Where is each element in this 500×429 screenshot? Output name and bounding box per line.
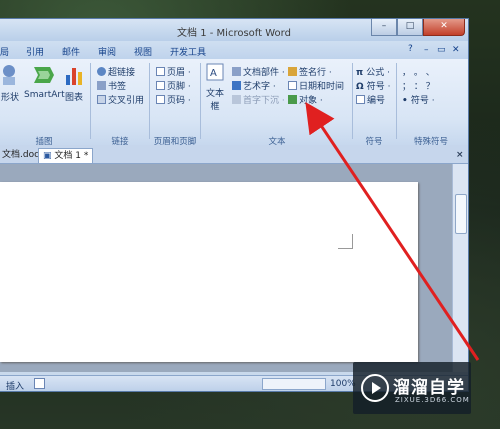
watermark-title: 溜溜自学 [393, 378, 465, 398]
play-icon [361, 374, 389, 402]
watermark-subtitle: ZIXUE.3D66.COM [395, 396, 470, 404]
watermark-logo: 溜溜自学 ZIXUE.3D66.COM [353, 362, 471, 414]
